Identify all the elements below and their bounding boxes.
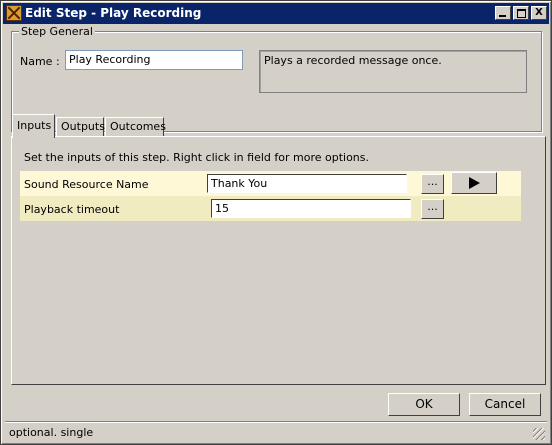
cancel-button[interactable]: Cancel (469, 393, 541, 416)
status-text: optional. single (9, 426, 94, 439)
wrench-icon (6, 5, 22, 21)
sound-resource-label: Sound Resource Name (24, 178, 149, 191)
playback-timeout-browse-button[interactable]: ... (421, 199, 444, 219)
playback-timeout-field[interactable]: 15 (211, 199, 411, 218)
close-icon[interactable]: X (531, 6, 547, 20)
sound-resource-browse-button[interactable]: ... (421, 174, 444, 194)
name-label: Name : (20, 55, 60, 68)
play-button[interactable] (451, 172, 497, 194)
description-box: Plays a recorded message once. (259, 50, 527, 93)
playback-timeout-label: Playback timeout (24, 203, 120, 216)
title-bar[interactable]: Edit Step - Play Recording X (3, 3, 549, 24)
sound-resource-field[interactable]: Thank You (207, 174, 407, 193)
status-bar: optional. single (5, 421, 547, 442)
minimize-icon[interactable] (495, 6, 511, 20)
step-general-legend: Step General (19, 25, 95, 38)
tab-outputs[interactable]: Outputs (56, 117, 105, 137)
inputs-panel: Set the inputs of this step. Right click… (11, 136, 546, 385)
maximize-icon[interactable] (513, 6, 529, 20)
tab-inputs[interactable]: Inputs (12, 114, 55, 138)
window-title: Edit Step - Play Recording (25, 6, 202, 20)
edit-step-window: Edit Step - Play Recording X Step Genera… (0, 0, 552, 445)
ok-button[interactable]: OK (388, 393, 460, 416)
tab-outcomes[interactable]: Outcomes (105, 117, 166, 137)
resize-grip-icon[interactable] (533, 428, 545, 440)
inputs-hint: Set the inputs of this step. Right click… (24, 151, 370, 164)
input-row-playback-timeout: Playback timeout 15 ... (20, 196, 521, 221)
name-field[interactable]: Play Recording (65, 50, 243, 70)
input-row-sound-resource: Sound Resource Name Thank You ... (20, 171, 521, 196)
